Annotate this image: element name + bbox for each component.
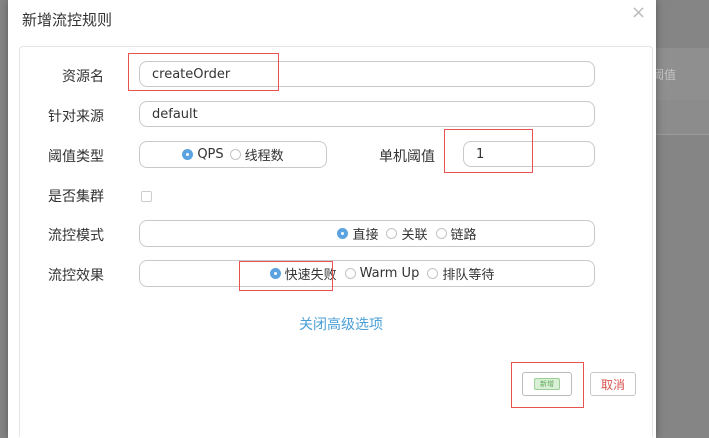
resource-label: 资源名: [62, 69, 104, 85]
count-value: 1: [476, 146, 485, 162]
grade-radio-group: QPS 线程数: [139, 141, 327, 168]
grade-option-thread[interactable]: 线程数: [229, 145, 284, 164]
cluster-checkbox[interactable]: [141, 191, 152, 202]
radio-unchecked-icon: [386, 228, 398, 239]
radio-unchecked-icon: [229, 149, 241, 160]
grade-option-qps[interactable]: QPS: [182, 147, 224, 162]
origin-label: 针对来源: [48, 109, 104, 125]
close-icon[interactable]: ×: [631, 4, 646, 22]
strategy-option-chain[interactable]: 链路: [435, 224, 477, 243]
save-button-label: 新增: [534, 378, 560, 390]
save-button[interactable]: 新增: [522, 372, 572, 396]
radio-unchecked-icon: [427, 268, 439, 279]
radio-checked-icon: [337, 228, 349, 239]
background-table-row: [650, 100, 709, 135]
cluster-label: 是否集群: [48, 189, 104, 205]
strategy-radio-group: 直接 关联 链路: [139, 220, 595, 247]
radio-unchecked-icon: [435, 228, 447, 239]
resource-input[interactable]: createOrder: [139, 61, 595, 87]
cancel-button[interactable]: 取消: [590, 372, 636, 396]
add-flow-rule-dialog: 新增流控规则 × 资源名 createOrder 针对来源 default 阈值…: [8, 0, 656, 438]
radio-unchecked-icon: [344, 268, 356, 279]
origin-value: default: [152, 106, 198, 122]
close-advanced-options-link[interactable]: 关闭高级选项: [299, 314, 383, 334]
behavior-option-fail-fast[interactable]: 快速失败: [269, 264, 337, 283]
count-input[interactable]: 1: [463, 141, 595, 167]
origin-input[interactable]: default: [139, 101, 595, 127]
strategy-label: 流控模式: [48, 228, 104, 244]
control-behavior-radio-group: 快速失败 Warm Up 排队等待: [139, 260, 595, 287]
behavior-option-queue[interactable]: 排队等待: [427, 264, 494, 283]
behavior-option-warm-up[interactable]: Warm Up: [344, 266, 419, 281]
radio-checked-icon: [269, 268, 281, 279]
grade-label: 阈值类型: [48, 149, 104, 165]
strategy-option-relate[interactable]: 关联: [386, 224, 428, 243]
control-behavior-label: 流控效果: [48, 268, 104, 284]
dialog-body: 资源名 createOrder 针对来源 default 阈值类型 QPS 线程…: [19, 46, 653, 437]
resource-value: createOrder: [152, 66, 231, 82]
dialog-title: 新增流控规则: [22, 11, 113, 29]
strategy-option-direct[interactable]: 直接: [337, 224, 378, 243]
count-label: 单机阈值: [379, 149, 435, 165]
radio-checked-icon: [182, 149, 194, 160]
